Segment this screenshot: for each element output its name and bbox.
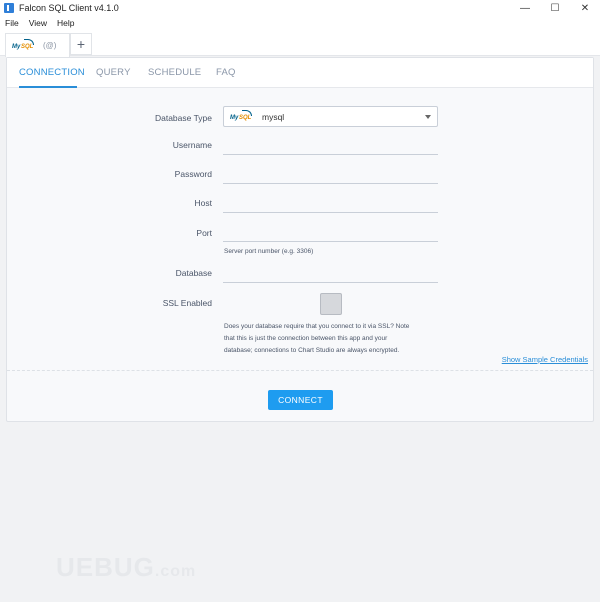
password-label: Password [174,169,212,179]
menu-help[interactable]: Help [52,18,79,28]
ssl-hint-line-1: Does your database require that you conn… [224,323,410,330]
connect-button[interactable]: CONNECT [268,390,333,410]
menu-bar: File View Help [0,16,600,30]
app-icon [4,3,14,13]
connection-panel: CONNECTION QUERY SCHEDULE FAQ Database T… [6,57,594,422]
database-label: Database [175,268,212,278]
port-hint: Server port number (e.g. 3306) [224,248,314,255]
maximize-button[interactable]: ☐ [540,0,570,16]
show-sample-credentials-link[interactable]: Show Sample Credentials [502,355,588,364]
add-tab-button[interactable]: + [70,33,92,55]
tab-faq[interactable]: FAQ [216,67,236,78]
nav-tabs: CONNECTION QUERY SCHEDULE FAQ [7,58,593,88]
ssl-hint-line-3: database; connections to Chart Studio ar… [224,347,400,354]
menu-view[interactable]: View [24,18,52,28]
ssl-hint-line-2: that this is just the connection between… [224,335,388,342]
menu-file[interactable]: File [0,18,24,28]
database-type-select[interactable]: My SQL mysql [223,106,438,127]
chevron-down-icon [425,115,431,119]
username-label: Username [172,140,212,150]
connection-tab[interactable]: My SQL (@) [5,33,70,57]
tab-connection[interactable]: CONNECTION [19,67,85,78]
tab-schedule[interactable]: SCHEDULE [148,67,201,78]
host-input[interactable] [223,193,438,213]
username-input[interactable] [223,135,438,155]
database-type-label: Database Type [154,113,212,123]
connection-tab-label: (@) [43,41,57,50]
database-input[interactable] [223,263,438,283]
mysql-logo-icon: My SQL [230,109,256,124]
tab-query[interactable]: QUERY [96,67,131,78]
database-type-value: mysql [262,111,285,122]
password-input[interactable] [223,164,438,184]
minimize-button[interactable]: — [510,0,540,16]
window-controls: — ☐ ✕ [510,0,600,16]
active-tab-indicator [19,86,77,88]
divider [7,370,593,371]
watermark-logo: UEBUG.com [56,552,197,582]
port-input[interactable] [223,222,438,242]
title-bar: Falcon SQL Client v4.1.0 — ☐ ✕ [0,0,600,16]
mysql-logo-icon: My SQL [12,38,38,53]
ssl-checkbox[interactable] [320,293,342,315]
close-button[interactable]: ✕ [570,0,600,16]
ssl-enabled-label: SSL Enabled [162,298,212,308]
host-label: Host [194,198,212,208]
window-title: Falcon SQL Client v4.1.0 [19,3,119,13]
port-label: Port [196,228,212,238]
